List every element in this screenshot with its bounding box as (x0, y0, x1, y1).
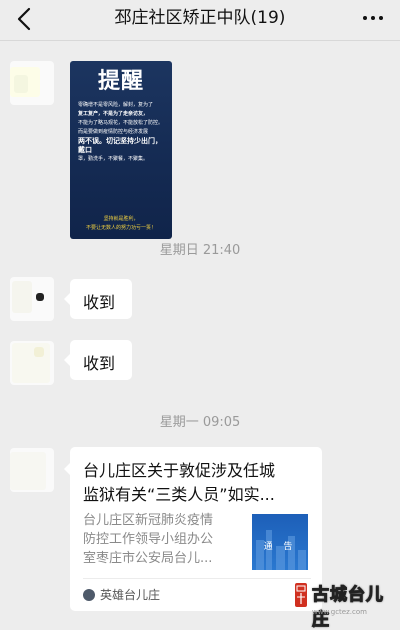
message-bubble[interactable]: 收到 (64, 340, 132, 380)
poster-line: 罩，勤洗手，不聚餐，不聚集。 (78, 156, 149, 162)
message-text: 收到 (83, 293, 116, 312)
article-description: 台儿庄区新冠肺炎疫情 防控工作领导小组办公 室枣庄市公安局台儿... (83, 511, 243, 568)
chevron-left-icon[interactable] (14, 6, 36, 32)
chat-header: 邳庄社区矫正中队(19) (0, 0, 400, 40)
watermark-url: www.gctez.com (312, 608, 367, 616)
article-source: 英雄台儿庄 (83, 586, 160, 603)
thumbnail-text: 通 告 (263, 542, 297, 552)
message-text: 收到 (83, 354, 116, 373)
article-desc-line: 室枣庄市公安局台儿... (83, 551, 213, 566)
sender-avatar[interactable] (10, 448, 54, 492)
reminder-poster-image[interactable]: 提醒 零确增不是零风险，解封，复为了 复工复产，不是为了走亲访友， 不能为了略马… (70, 61, 172, 239)
sender-avatar[interactable] (10, 61, 54, 105)
seal-logo-icon (295, 583, 307, 607)
chat-title: 邳庄社区矫正中队(19) (114, 8, 286, 28)
shared-article-card[interactable]: 台儿庄区关于敦促涉及任城 监狱有关“三类人员”如实... 台儿庄区新冠肺炎疫情 … (64, 447, 322, 611)
message-bubble[interactable]: 收到 (64, 279, 132, 319)
article-desc-line: 台儿庄区新冠肺炎疫情 (83, 513, 214, 528)
article-title: 台儿庄区关于敦促涉及任城 监狱有关“三类人员”如实... (83, 459, 311, 507)
message-timestamp: 星期日 21:40 (159, 243, 241, 258)
sender-avatar[interactable] (10, 277, 54, 321)
poster-footer: 坚持就是胜利， 不要让无数人的努力功亏一篑！ (70, 215, 172, 233)
poster-line: 零确增不是零风险，解封，复为了 (78, 102, 154, 108)
header-divider (0, 40, 400, 41)
sender-avatar[interactable] (10, 341, 54, 385)
watermark-text: 古城台儿庄 (312, 585, 384, 630)
article-desc-line: 防控工作领导小组办公 (83, 532, 214, 547)
poster-body: 零确增不是零风险，解封，复为了 复工复产，不是为了走亲访友， 不能为了略马观花，… (78, 101, 166, 164)
message-timestamp: 星期一 09:05 (159, 415, 241, 430)
poster-line: 不能为了略马观花，不能放松了防控。 (78, 120, 164, 126)
poster-line: 而是要做到疫情防控与经济发展 (78, 129, 149, 135)
article-title-line: 台儿庄区关于敦促涉及任城 (83, 461, 276, 480)
more-dots-icon[interactable] (362, 7, 384, 29)
card-divider (83, 578, 311, 579)
poster-line: 两不误。切记坚持少出门，戴口 (78, 137, 162, 154)
account-avatar-icon (83, 589, 95, 601)
poster-line: 复工复产，不是为了走亲访友， (78, 111, 149, 117)
poster-footer-line: 坚持就是胜利， (103, 216, 139, 222)
poster-footer-line: 不要让无数人的努力功亏一篑！ (85, 225, 156, 231)
article-title-line: 监狱有关“三类人员”如实... (83, 485, 275, 504)
article-thumbnail: 通 告 (252, 514, 308, 570)
watermark: 古城台儿庄 www.gctez.com (294, 578, 398, 630)
poster-title: 提醒 (97, 68, 144, 94)
source-name: 英雄台儿庄 (100, 588, 161, 602)
